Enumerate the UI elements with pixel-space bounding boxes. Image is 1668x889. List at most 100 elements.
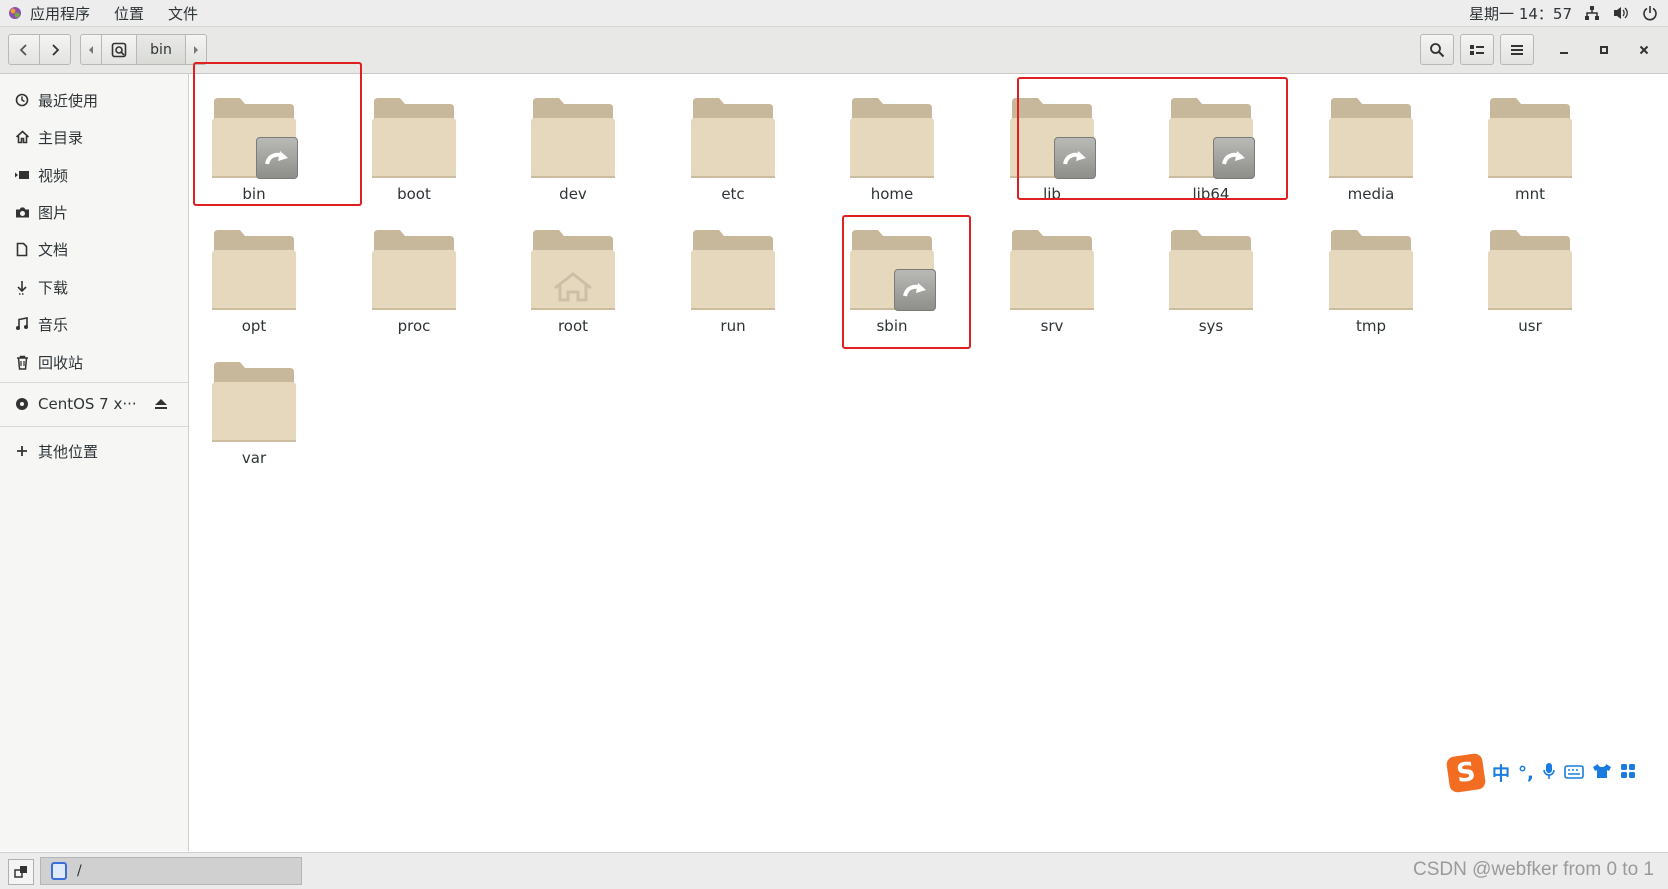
eject-icon[interactable] [154, 396, 168, 414]
close-window-button[interactable] [1633, 39, 1655, 61]
power-icon[interactable] [1642, 5, 1658, 21]
forward-button[interactable] [39, 34, 71, 65]
sidebar-item-label: 最近使用 [38, 91, 99, 110]
close-icon [1639, 45, 1649, 55]
taskbar-window-files[interactable]: / [40, 857, 302, 885]
sidebar-item-videos[interactable]: 视频 [0, 158, 188, 192]
sidebar-item-other-locations[interactable]: 其他位置 [0, 434, 188, 468]
taskbar-window-label: / [77, 863, 82, 879]
sogou-logo-icon[interactable]: S [1445, 752, 1487, 794]
path-scroll-right-button[interactable] [185, 34, 207, 65]
sidebar-item-pictures[interactable]: 图片 [0, 195, 188, 229]
folder-icon [691, 98, 775, 178]
toolbox-grid-icon[interactable] [1620, 763, 1636, 783]
sidebar-item-label: 文档 [38, 240, 69, 259]
keyboard-icon[interactable] [1564, 764, 1584, 783]
folder-item-var[interactable]: var [170, 338, 338, 467]
folder-label: srv [1040, 317, 1064, 335]
trash-icon [12, 355, 32, 370]
folder-item-mnt[interactable]: mnt [1446, 74, 1614, 203]
sidebar-item-label: 图片 [38, 203, 69, 222]
folder-icon [1169, 230, 1253, 310]
search-icon [1430, 42, 1445, 57]
sidebar-item-home[interactable]: 主目录 [0, 120, 188, 154]
folder-item-tmp[interactable]: tmp [1287, 206, 1455, 335]
home-icon [12, 130, 32, 144]
view-toggle-button[interactable] [1460, 34, 1494, 65]
video-icon [12, 169, 32, 181]
folder-item-usr[interactable]: usr [1446, 206, 1614, 335]
folder-item-srv[interactable]: srv [968, 206, 1136, 335]
files-menu[interactable]: 文件 [168, 3, 198, 24]
back-button[interactable] [8, 34, 40, 65]
recent-icon [12, 93, 32, 107]
folder-icon [1488, 98, 1572, 178]
folder-item-etc[interactable]: etc [649, 74, 817, 203]
sidebar: 最近使用 主目录 视频 图片 文档 下载 音乐 回收站 CentOS 7 x··… [0, 74, 189, 851]
top-panel: 应用程序 位置 文件 星期一 14：57 [0, 0, 1668, 27]
minimize-button[interactable] [1553, 39, 1575, 61]
folder-icon [212, 230, 296, 310]
folder-label: proc [397, 317, 431, 335]
sidebar-item-downloads[interactable]: 下载 [0, 270, 188, 304]
clock[interactable]: 星期一 14：57 [1469, 3, 1572, 24]
folder-label: media [1347, 185, 1395, 203]
highlight-box-sbin [842, 215, 971, 349]
places-menu[interactable]: 位置 [114, 3, 144, 24]
folder-label: dev [559, 185, 587, 203]
folder-icon [372, 98, 456, 178]
path-root-button[interactable] [101, 34, 137, 65]
menu-button[interactable] [1500, 34, 1534, 65]
view-list-icon [1470, 44, 1484, 55]
sidebar-item-documents[interactable]: 文档 [0, 232, 188, 266]
network-icon[interactable] [1584, 5, 1600, 21]
ime-mode-toggle[interactable]: 中 [1492, 760, 1510, 786]
applications-menu[interactable]: 应用程序 [30, 3, 90, 24]
folder-item-home[interactable]: home [808, 74, 976, 203]
folder-label: tmp [1355, 317, 1386, 335]
sidebar-item-centos-disc[interactable]: CentOS 7 x··· [0, 387, 188, 421]
volume-icon[interactable] [1612, 5, 1630, 21]
folder-item-root[interactable]: root [489, 206, 657, 335]
desktop-icon [14, 866, 27, 878]
download-icon [12, 280, 32, 295]
folder-label: root [557, 317, 589, 335]
taskbar: / CSDN @webfker from 0 to 1 [0, 852, 1668, 889]
sidebar-item-recent[interactable]: 最近使用 [0, 83, 188, 117]
sidebar-separator [0, 382, 188, 383]
microphone-icon[interactable] [1542, 762, 1556, 784]
sidebar-item-label: 其他位置 [38, 442, 99, 461]
folder-label: run [720, 317, 746, 335]
folder-label: var [241, 449, 267, 467]
show-desktop-button[interactable] [8, 859, 34, 885]
folder-item-media[interactable]: media [1287, 74, 1455, 203]
folder-label: opt [241, 317, 267, 335]
triangle-left-icon [89, 45, 93, 54]
folder-icon [531, 98, 615, 178]
triangle-right-icon [194, 45, 198, 54]
sidebar-item-trash[interactable]: 回收站 [0, 345, 188, 379]
folder-icon [531, 230, 615, 310]
sidebar-item-music[interactable]: 音乐 [0, 307, 188, 341]
folder-icon [372, 230, 456, 310]
sidebar-separator [0, 426, 188, 427]
folder-item-run[interactable]: run [649, 206, 817, 335]
sidebar-item-label: 回收站 [38, 353, 84, 372]
folder-item-sys[interactable]: sys [1127, 206, 1295, 335]
folder-item-proc[interactable]: proc [330, 206, 498, 335]
menu-icon [1511, 44, 1523, 55]
folder-icon [1010, 230, 1094, 310]
folder-label: mnt [1515, 185, 1545, 203]
folder-item-dev[interactable]: dev [489, 74, 657, 203]
path-scroll-left-button[interactable] [80, 34, 102, 65]
path-bin-button[interactable]: bin [136, 34, 186, 65]
folder-icon [212, 362, 296, 442]
ime-punct-toggle[interactable]: °, [1518, 763, 1534, 784]
search-button[interactable] [1420, 34, 1454, 65]
skin-shirt-icon[interactable] [1592, 763, 1612, 783]
folder-label: home [870, 185, 914, 203]
maximize-button[interactable] [1593, 39, 1615, 61]
maximize-icon [1600, 46, 1608, 54]
folder-item-opt[interactable]: opt [170, 206, 338, 335]
folder-label: usr [1518, 317, 1542, 335]
